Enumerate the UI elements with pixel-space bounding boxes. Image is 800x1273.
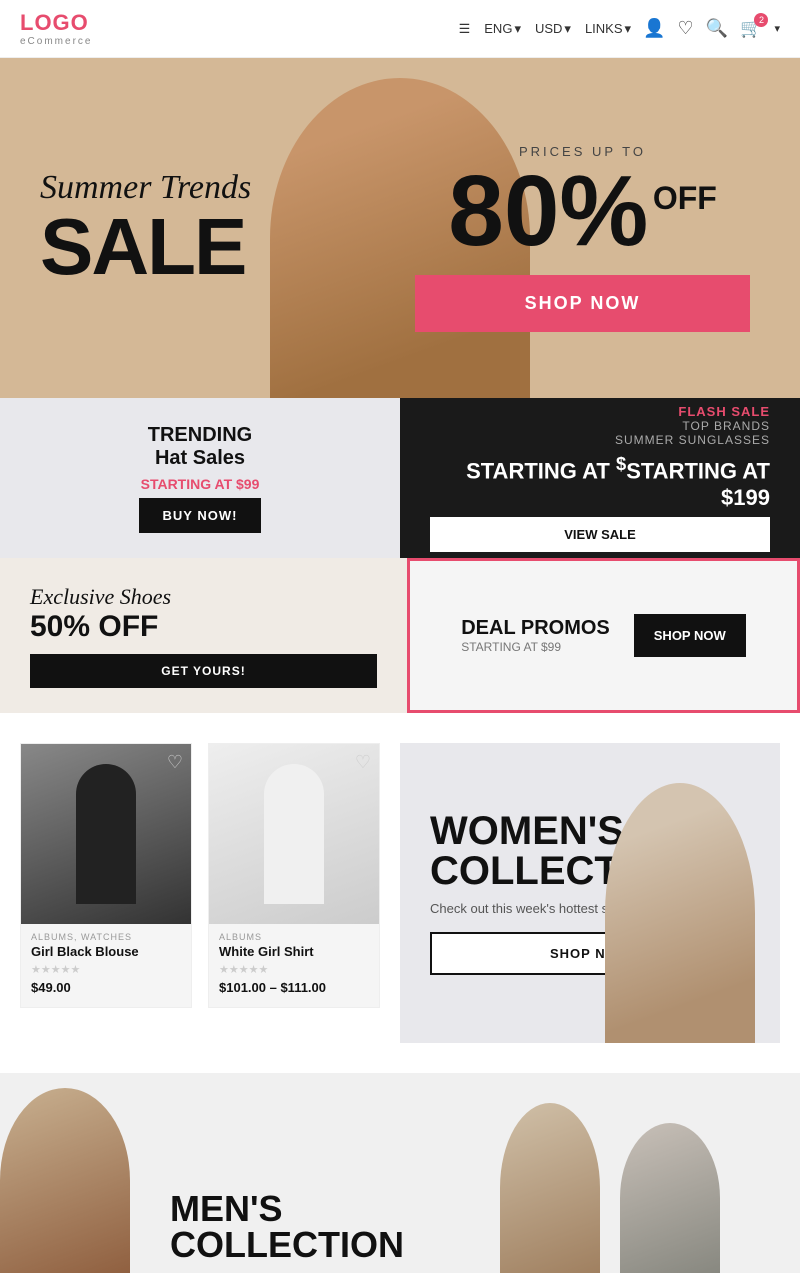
- product-category: ALBUMS, WATCHES: [31, 932, 181, 942]
- men-figure-large: [0, 1088, 130, 1273]
- product-card: ♡ ALBUMS White Girl Shirt ★★★★★ $101.00 …: [208, 743, 380, 1008]
- men-collection-label: COLLECTION: [170, 1227, 404, 1263]
- logo-main: LOG: [20, 10, 71, 35]
- get-yours-button[interactable]: GET YOURS!: [30, 654, 377, 688]
- hats-promo: TRENDING Hat Sales STARTING AT $99 BUY N…: [0, 398, 400, 558]
- logo-sub: eCommerce: [20, 36, 92, 47]
- hero-right: PRICES UP TO 80% OFF SHOP NOW: [415, 124, 800, 332]
- deal-shop-button[interactable]: SHOP NOW: [634, 614, 746, 657]
- women-model-image: [580, 763, 780, 1043]
- top-brands-label: TOP BRANDS: [430, 419, 770, 433]
- hero-sale: SALE: [40, 207, 375, 287]
- product-stars: ★★★★★: [31, 963, 181, 976]
- search-icon[interactable]: 🔍: [706, 18, 728, 39]
- product-stars: ★★★★★: [219, 963, 369, 976]
- trending-label: TRENDING Hat Sales: [30, 424, 370, 470]
- logo-accent: O: [71, 10, 89, 35]
- currency-selector[interactable]: USD ▾: [535, 21, 571, 37]
- shoes-promo: Exclusive Shoes 50% OFF GET YOURS!: [0, 558, 407, 713]
- logo: LOGO eCommerce: [20, 10, 92, 47]
- product-image-white: ♡: [209, 744, 379, 924]
- view-sale-button[interactable]: VIEW SALE: [430, 517, 770, 552]
- product-wishlist-icon[interactable]: ♡: [167, 752, 183, 773]
- hero-left: Summer Trends SALE: [0, 139, 415, 317]
- deal-text: DEAL PROMOS STARTING AT $99: [461, 617, 610, 654]
- men-collection-section: MEN'S COLLECTION: [0, 1073, 800, 1273]
- user-icon[interactable]: 👤: [643, 18, 665, 39]
- lang-selector[interactable]: ENG ▾: [484, 21, 521, 37]
- product-figure: [264, 764, 324, 904]
- products-women-section: ♡ ALBUMS, WATCHES Girl Black Blouse ★★★★…: [0, 713, 800, 1073]
- summer-sunglasses-label: SUMMER SUNGLASSES: [430, 433, 770, 447]
- product-name[interactable]: White Girl Shirt: [219, 944, 369, 959]
- men-right: [420, 1073, 800, 1273]
- exclusive-label: Exclusive Shoes: [30, 584, 377, 610]
- nav-right: ☰ ENG ▾ USD ▾ LINKS ▾ 👤 ♡ 🔍 🛒 2 ▾: [459, 18, 780, 39]
- cart-dropdown-icon[interactable]: ▾: [774, 22, 780, 35]
- men-left: MEN'S COLLECTION: [0, 1073, 420, 1273]
- cart-badge: 2: [754, 13, 768, 27]
- men-model-large: [0, 1073, 160, 1273]
- nav-links: ☰ ENG ▾ USD ▾ LINKS ▾: [459, 21, 631, 37]
- hero-shop-now-button[interactable]: SHOP NOW: [415, 275, 750, 332]
- sunglasses-price: STARTING AT $STARTING AT $199: [430, 453, 770, 510]
- sunglasses-promo: FLASH SALE TOP BRANDS SUMMER SUNGLASSES …: [400, 398, 800, 558]
- off-text: OFF: [653, 181, 717, 216]
- hats-starting-price: STARTING AT $99: [30, 476, 370, 492]
- women-figure: [605, 783, 755, 1043]
- percent-text: 80%: [448, 161, 648, 261]
- shoes-discount: 50% OFF: [30, 610, 377, 644]
- buy-now-button[interactable]: BUY NOW!: [139, 498, 262, 533]
- deal-starting-price: STARTING AT $99: [461, 640, 610, 654]
- product-wishlist-icon[interactable]: ♡: [355, 752, 371, 773]
- product-info: ALBUMS White Girl Shirt ★★★★★ $101.00 – …: [209, 924, 379, 1007]
- men-title: MEN'S: [170, 1191, 404, 1227]
- product-price: $49.00: [31, 980, 181, 995]
- product-image-black: ♡: [21, 744, 191, 924]
- product-figure: [76, 764, 136, 904]
- deal-promos-label: DEAL PROMOS: [461, 617, 610, 640]
- product-card: ♡ ALBUMS, WATCHES Girl Black Blouse ★★★★…: [20, 743, 192, 1008]
- site-header: LOGO eCommerce ☰ ENG ▾ USD ▾ LINKS ▾ 👤 ♡…: [0, 0, 800, 58]
- hero-banner: Summer Trends SALE PRICES UP TO 80% OFF …: [0, 58, 800, 398]
- product-cards-row: ♡ ALBUMS, WATCHES Girl Black Blouse ★★★★…: [20, 743, 380, 1008]
- flash-sale-label: FLASH SALE: [430, 404, 770, 419]
- promo-row-2: Exclusive Shoes 50% OFF GET YOURS! DEAL …: [0, 558, 800, 713]
- women-collection-section: WOMEN'S COLLECTION Check out this week's…: [400, 743, 780, 1043]
- product-price: $101.00 – $111.00: [219, 980, 369, 995]
- hero-discount: 80% OFF: [415, 161, 750, 261]
- product-info: ALBUMS, WATCHES Girl Black Blouse ★★★★★ …: [21, 924, 191, 1007]
- products-grid: ♡ ALBUMS, WATCHES Girl Black Blouse ★★★★…: [20, 743, 380, 1008]
- product-name[interactable]: Girl Black Blouse: [31, 944, 181, 959]
- men-model-1: [500, 1103, 600, 1273]
- wishlist-icon[interactable]: ♡: [677, 18, 693, 39]
- links-menu[interactable]: LINKS ▾: [585, 21, 631, 37]
- deal-content: DEAL PROMOS STARTING AT $99 SHOP NOW: [461, 614, 746, 657]
- promo-row-1: TRENDING Hat Sales STARTING AT $99 BUY N…: [0, 398, 800, 558]
- deal-promos-panel: DEAL PROMOS STARTING AT $99 SHOP NOW: [407, 558, 800, 713]
- men-title-area: MEN'S COLLECTION: [170, 1191, 404, 1263]
- product-category: ALBUMS: [219, 932, 369, 942]
- men-model-2: [620, 1123, 720, 1273]
- menu-icon[interactable]: ☰: [459, 21, 471, 37]
- cart-wrap[interactable]: 🛒 2: [740, 18, 762, 39]
